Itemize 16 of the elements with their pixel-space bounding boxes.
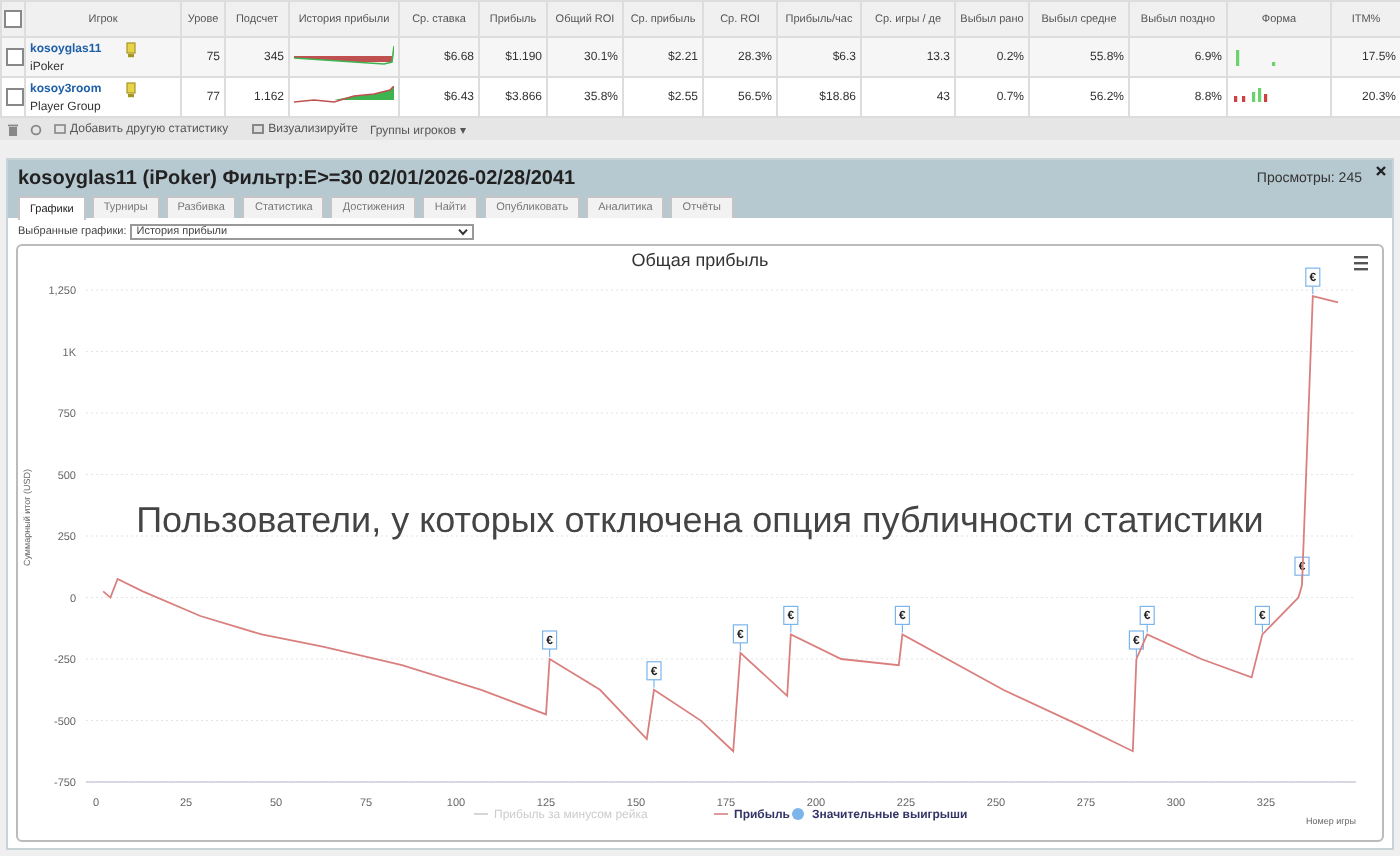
profit-sparkline: [294, 85, 394, 105]
menu-icon[interactable]: [1354, 256, 1368, 271]
select-all-checkbox[interactable]: [4, 10, 22, 28]
panel-title: kosoyglas11 (iPoker) Фильтр:E>=30 02/01/2026-02/28/2041: [18, 168, 576, 190]
chevron-down-icon: [458, 228, 469, 236]
notice-text: Пользователи, у которых отключена опция публичности статистики: [136, 500, 1264, 542]
trash-icon[interactable]: [8, 123, 18, 135]
award-icon: [125, 41, 136, 57]
row-checkbox[interactable]: [6, 88, 24, 106]
award-icon: [125, 81, 136, 97]
close-icon[interactable]: [1376, 166, 1386, 176]
form-bars-drawing: [1232, 45, 1276, 65]
profit-sparkline: [294, 45, 394, 65]
chart-title: Общая прибыль: [631, 250, 769, 270]
image-icon: [252, 124, 265, 134]
row-checkbox[interactable]: [6, 48, 24, 66]
